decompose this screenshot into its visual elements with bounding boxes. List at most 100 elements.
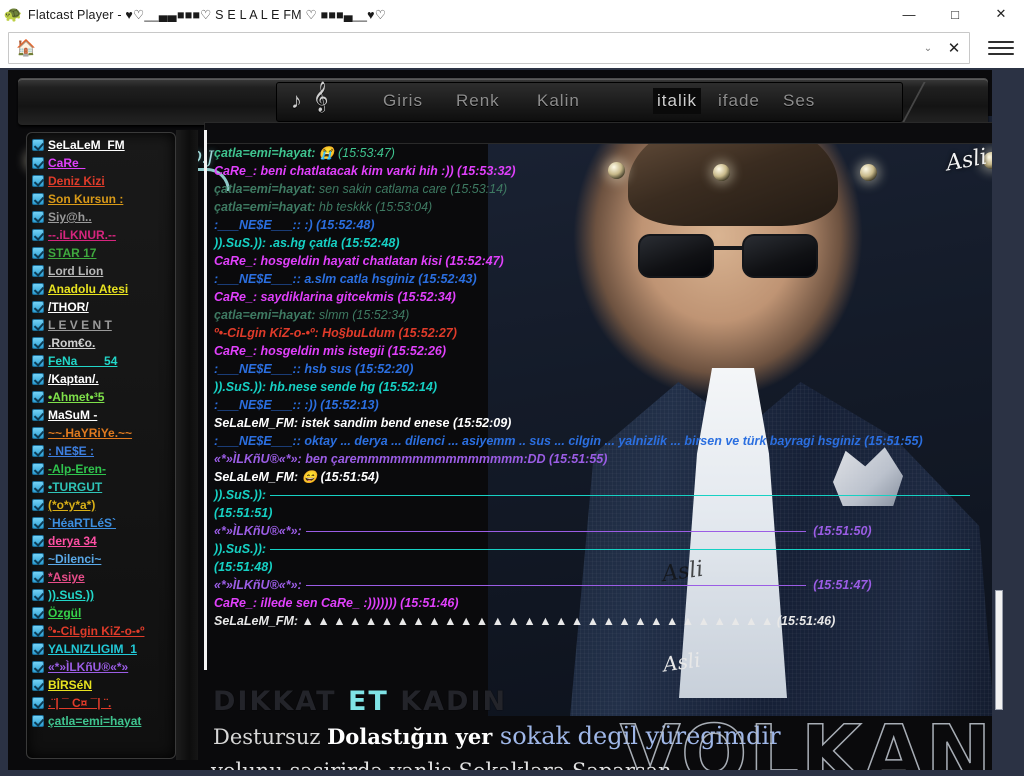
list-item[interactable]: Son Kursun : [30,190,172,208]
checkbox-icon[interactable] [32,175,44,187]
user-name[interactable]: -Alp-Eren- [48,462,106,476]
checkbox-icon[interactable] [32,661,44,673]
user-name[interactable]: `HéaRTLéS` [48,516,116,530]
checkbox-icon[interactable] [32,427,44,439]
chat-nick[interactable]: CaRe_: [214,344,257,358]
chat-nick[interactable]: )).SuS.)): [214,542,266,556]
list-item[interactable]: STAR 17 [30,244,172,262]
user-name[interactable]: •Ahmet•³5 [48,390,104,404]
list-item[interactable]: •TURGUT [30,478,172,496]
user-name[interactable]: FeNa____54 [48,354,117,368]
list-item[interactable]: MaSuM - [30,406,172,424]
checkbox-icon[interactable] [32,643,44,655]
user-name[interactable]: CaRe_ [48,156,85,170]
list-item[interactable]: YALNIZLIGIM_1 [30,640,172,658]
list-item[interactable]: .Rom€o. [30,334,172,352]
list-item[interactable]: L E V E N T [30,316,172,334]
user-name[interactable]: derya 34 [48,534,97,548]
address-bar[interactable]: 🏠 ⌄ ✕ [8,32,970,64]
checkbox-icon[interactable] [32,499,44,511]
user-name[interactable]: MaSuM - [48,408,97,422]
chat-nick[interactable]: «*»ÌLKñU®«*»: [214,524,302,538]
user-name[interactable]: º•-CiLgin KiZ-o-•º [48,624,144,638]
user-name[interactable]: Siy@h.. [48,210,92,224]
list-item[interactable]: --.iLKNUR.-- [30,226,172,244]
chat-nick[interactable]: «*»ÌLKñU®«*»: [214,578,302,592]
checkbox-icon[interactable] [32,283,44,295]
list-item[interactable]: : NE$E : [30,442,172,460]
tab-ifade[interactable]: ifade [718,88,760,114]
list-item[interactable]: FeNa____54 [30,352,172,370]
user-name[interactable]: /THOR/ [48,300,89,314]
checkbox-icon[interactable] [32,391,44,403]
checkbox-icon[interactable] [32,193,44,205]
list-item[interactable]: Özgül [30,604,172,622]
list-item[interactable]: Deniz Kizi [30,172,172,190]
address-input[interactable] [43,39,917,57]
user-name[interactable]: ~~.HaYRiYe.~~ [48,426,132,440]
checkbox-icon[interactable] [32,229,44,241]
checkbox-icon[interactable] [32,571,44,583]
user-name[interactable]: Özgül [48,606,81,620]
checkbox-icon[interactable] [32,535,44,547]
list-item[interactable]: Siy@h.. [30,208,172,226]
home-icon[interactable]: 🏠 [9,33,43,63]
checkbox-icon[interactable] [32,481,44,493]
chat-nick[interactable]: çatla=emi=hayat: [214,146,315,160]
user-name[interactable]: *Asiye [48,570,85,584]
checkbox-icon[interactable] [32,139,44,151]
user-name[interactable]: «*»ÌLKñU®«*» [48,660,128,674]
chat-scrollbar[interactable] [204,130,207,670]
checkbox-icon[interactable] [32,625,44,637]
user-name[interactable]: (*o*y*a*) [48,498,95,512]
user-name[interactable]: STAR 17 [48,246,96,260]
list-item[interactable]: •Ahmet•³5 [30,388,172,406]
list-item[interactable]: (*o*y*a*) [30,496,172,514]
chat-nick[interactable]: CaRe_: [214,596,257,610]
checkbox-icon[interactable] [32,211,44,223]
hamburger-menu-icon[interactable] [988,36,1014,60]
list-item[interactable]: -Alp-Eren- [30,460,172,478]
user-name[interactable]: SeLaLeM_FM [48,138,125,152]
list-item[interactable]: Lord Lion [30,262,172,280]
checkbox-icon[interactable] [32,337,44,349]
user-name[interactable]: Lord Lion [48,264,103,278]
chat-nick[interactable]: CaRe_: [214,164,257,178]
list-item[interactable]: SeLaLeM_FM [30,136,172,154]
tab-giris[interactable]: Giris [383,88,423,114]
user-name[interactable]: Son Kursun : [48,192,123,206]
chat-nick[interactable]: )).SuS.)): [214,488,266,502]
chat-nick[interactable]: çatla=emi=hayat: [214,308,315,322]
list-item[interactable]: ~~.HaYRiYe.~~ [30,424,172,442]
user-name[interactable]: /Kaptan/. [48,372,99,386]
chat-nick[interactable]: )).SuS.)): [214,236,266,250]
checkbox-icon[interactable] [32,409,44,421]
chat-nick[interactable]: :___NE$E___:: [214,362,301,376]
list-item[interactable]: /THOR/ [30,298,172,316]
list-item[interactable]: CaRe_ [30,154,172,172]
checkbox-icon[interactable] [32,355,44,367]
user-list-panel[interactable]: SeLaLeM_FM CaRe_ Deniz Kizi Son Kursun : Siy… [26,132,176,759]
user-name[interactable]: L E V E N T [48,318,112,332]
chat-nick[interactable]: º•-CiLgin KiZ-o-•º: [214,326,319,340]
user-name[interactable]: )).SuS.)) [48,588,94,602]
chat-nick[interactable]: :___NE$E___:: [214,218,301,232]
checkbox-icon[interactable] [32,445,44,457]
chat-nick[interactable]: SeLaLeM_FM: [214,416,298,430]
page-scrollbar-thumb[interactable] [995,590,1003,710]
user-name[interactable]: •TURGUT [48,480,102,494]
chat-area[interactable]: çatla=emi=hayat: 😭 (15:53:47) CaRe_: beni… [204,122,994,694]
checkbox-icon[interactable] [32,319,44,331]
user-name[interactable]: YALNIZLIGIM_1 [48,642,137,656]
user-name[interactable]: ~Dilenci~ [48,552,101,566]
user-name[interactable]: .Rom€o. [48,336,95,350]
tab-ses[interactable]: Ses [783,88,815,114]
minimize-button[interactable]: — [886,0,932,28]
list-item[interactable]: Anadolu Atesi [30,280,172,298]
list-item[interactable]: `HéaRTLéS` [30,514,172,532]
user-name[interactable]: Anadolu Atesi [48,282,128,296]
checkbox-icon[interactable] [32,517,44,529]
user-name[interactable]: --.iLKNUR.-- [48,228,116,242]
checkbox-icon[interactable] [32,265,44,277]
list-item[interactable]: /Kaptan/. [30,370,172,388]
